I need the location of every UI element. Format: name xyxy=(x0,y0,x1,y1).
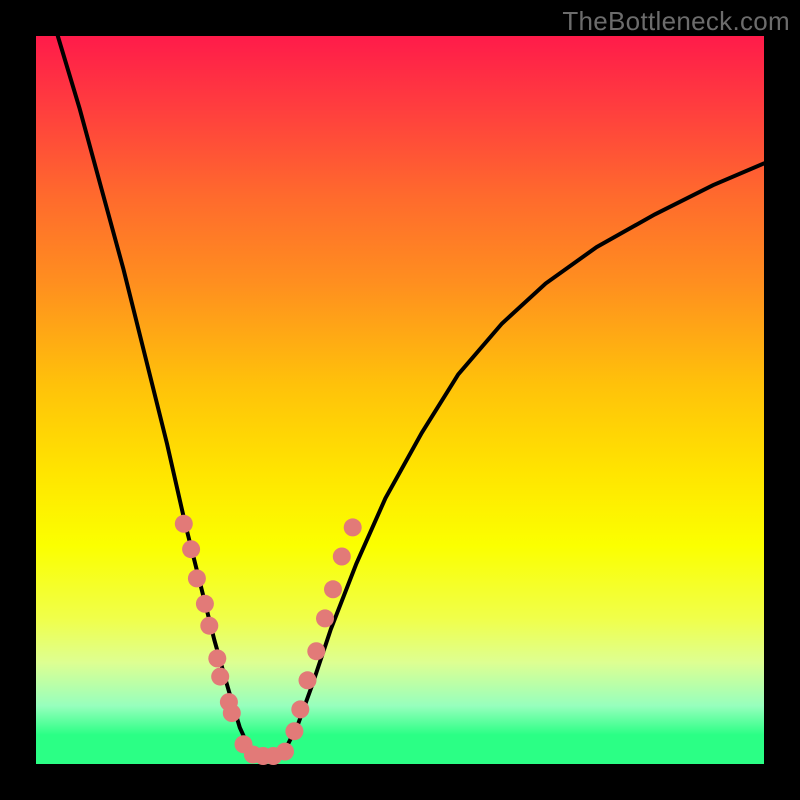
data-marker xyxy=(316,609,334,627)
data-marker xyxy=(333,548,351,566)
data-marker xyxy=(291,700,309,718)
data-marker xyxy=(188,569,206,587)
data-marker xyxy=(344,518,362,536)
data-marker xyxy=(285,722,303,740)
curve-left-branch xyxy=(58,36,255,753)
data-marker xyxy=(211,668,229,686)
data-marker xyxy=(196,595,214,613)
data-marker xyxy=(307,642,325,660)
data-marker xyxy=(299,671,317,689)
data-marker xyxy=(223,704,241,722)
data-marker xyxy=(324,580,342,598)
curve-layer xyxy=(36,36,764,764)
plot-area xyxy=(36,36,764,764)
curve-right-branch xyxy=(284,163,765,753)
data-marker xyxy=(175,515,193,533)
data-marker xyxy=(276,743,294,761)
data-marker xyxy=(182,540,200,558)
data-marker xyxy=(208,649,226,667)
watermark-text: TheBottleneck.com xyxy=(562,6,790,37)
chart-frame: TheBottleneck.com xyxy=(0,0,800,800)
data-marker xyxy=(200,617,218,635)
